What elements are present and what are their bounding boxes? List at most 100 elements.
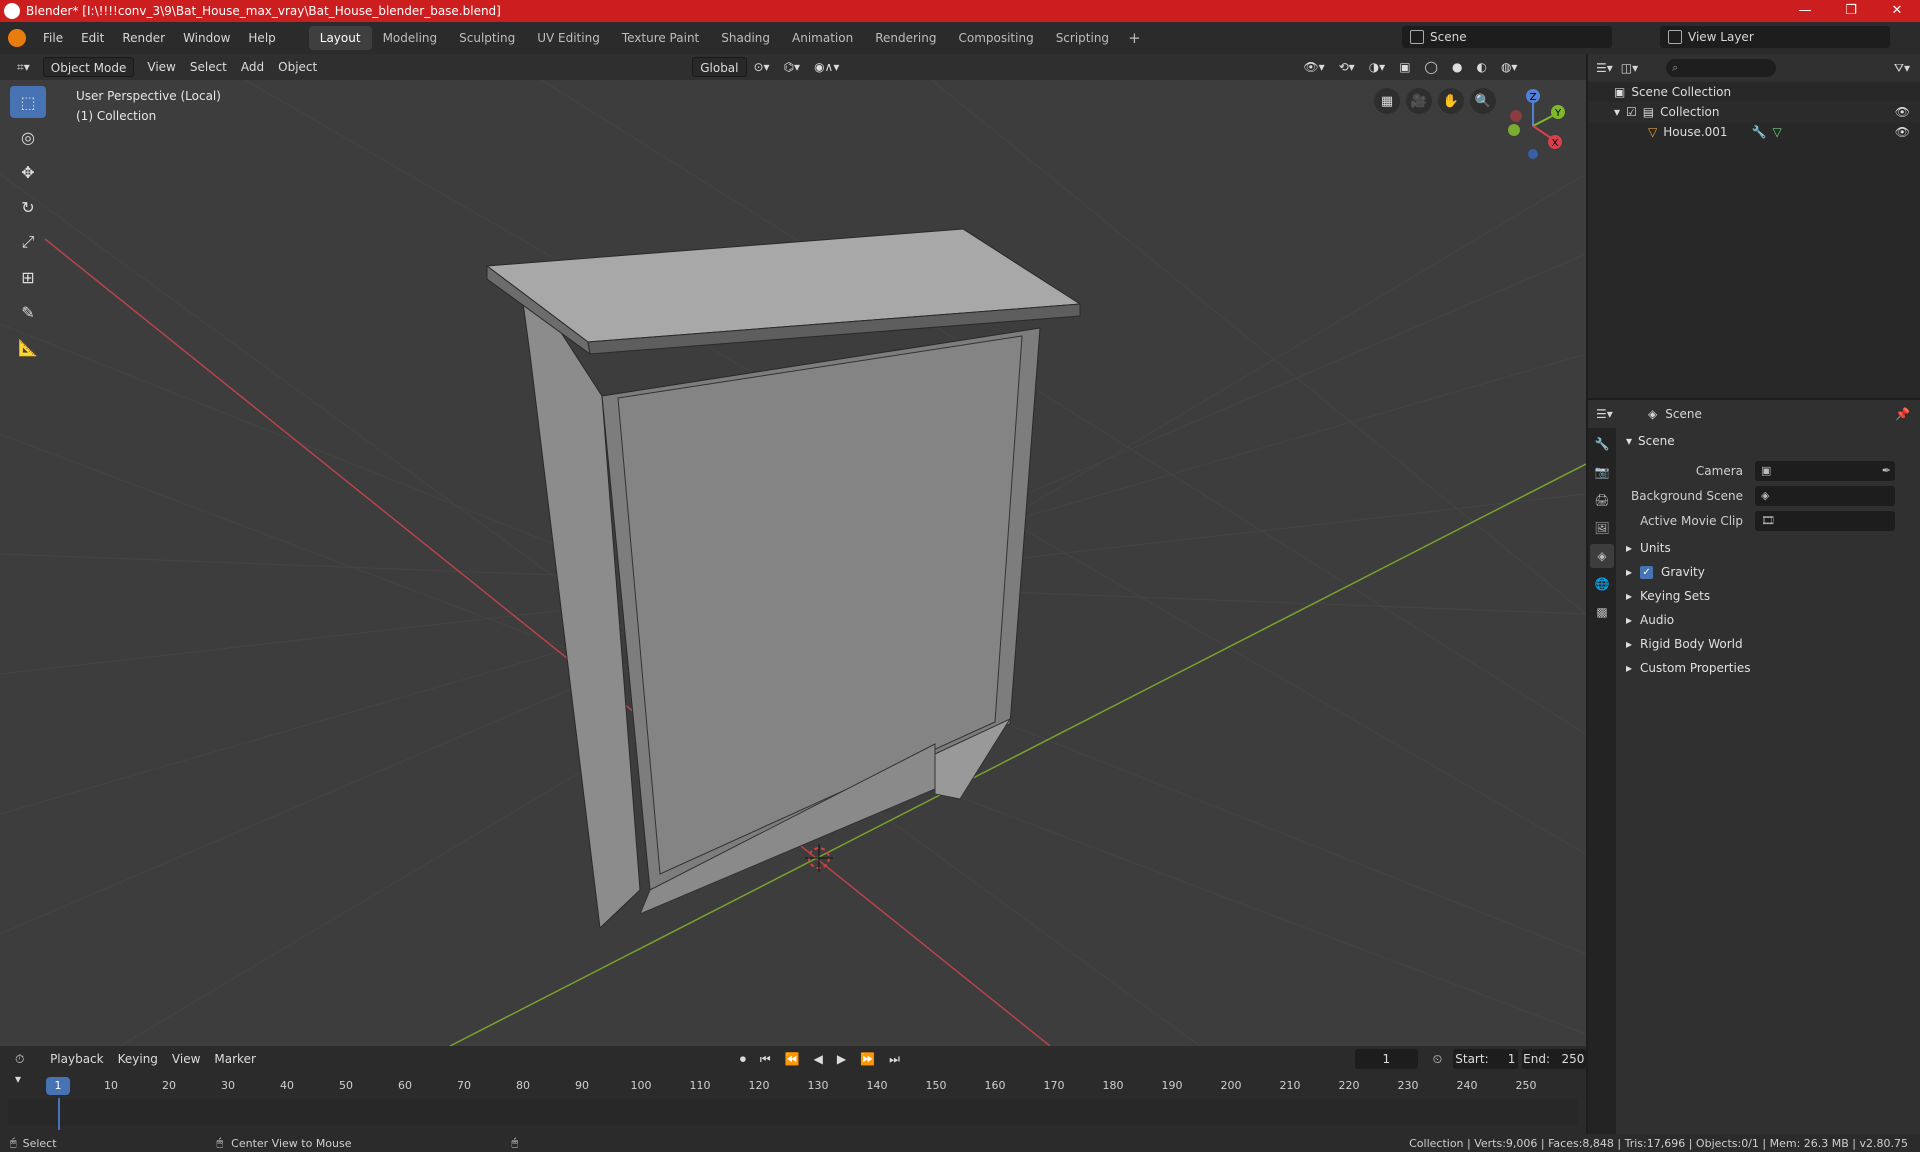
outliner-search-input[interactable]: ⌕ [1666, 59, 1777, 77]
navigation-gizmo[interactable]: Z Y X [1498, 86, 1568, 166]
outliner-row-collection[interactable]: ▾ ☑ ▤ Collection 👁 [1588, 102, 1920, 122]
transform-tool-icon[interactable]: ⊞ [10, 261, 46, 293]
pin-icon[interactable]: 📌 [1895, 407, 1910, 421]
background-scene-field[interactable]: ◈ [1755, 485, 1895, 506]
visibility-icon[interactable]: 👁▾ [1296, 57, 1331, 77]
proportional-edit-icon[interactable]: ◉∧▾ [807, 57, 846, 77]
play-icon[interactable]: ▶ [830, 1049, 853, 1069]
output-tab-icon[interactable]: 🖨 [1590, 488, 1614, 512]
modifier-wrench-icon[interactable]: 🔧 [1752, 125, 1767, 139]
exclude-checkbox-icon[interactable]: ☑ [1626, 105, 1637, 119]
custom-properties-panel[interactable]: ▸ Custom Properties [1620, 656, 1916, 680]
viewport-menu-select[interactable]: Select [183, 57, 234, 77]
current-frame-field[interactable]: 1 [1354, 1049, 1418, 1069]
close-button[interactable]: ✕ [1874, 0, 1920, 22]
tab-modeling[interactable]: Modeling [372, 26, 449, 50]
jump-keyframe-forward-icon[interactable]: ⏩ [853, 1049, 882, 1069]
house-visibility-eye-icon[interactable]: 👁 [1895, 125, 1910, 139]
rotate-tool-icon[interactable]: ↻ [10, 191, 46, 223]
viewport-menu-view[interactable]: View [140, 57, 182, 77]
xray-icon[interactable]: ▣ [1392, 57, 1417, 77]
preview-range-icon[interactable]: ⏲ [1426, 1049, 1449, 1069]
current-frame-marker[interactable]: 1 [46, 1077, 70, 1095]
outliner-row-house[interactable]: ▽ House.001 🔧 ▽ 👁 [1588, 122, 1920, 142]
filter-icon[interactable]: ⛛▾ [1894, 61, 1910, 76]
timeline-menu-view[interactable]: View [165, 1049, 207, 1069]
gravity-checkbox[interactable]: ✓ [1640, 565, 1654, 579]
shading-solid-icon[interactable]: ● [1445, 57, 1469, 77]
snap-icon[interactable]: ⌬▾ [777, 57, 808, 77]
eyedropper-icon[interactable]: ✒ [1882, 464, 1891, 477]
zoom-icon[interactable]: 🔍 [1470, 88, 1496, 114]
tool-tab-icon[interactable]: 🔧 [1590, 432, 1614, 456]
menu-file[interactable]: File [34, 26, 72, 50]
menu-window[interactable]: Window [174, 26, 239, 50]
jump-start-icon[interactable]: ⏮ [753, 1049, 778, 1069]
mesh-data-icon[interactable]: ▽ [1773, 125, 1782, 139]
audio-panel[interactable]: ▸ Audio [1620, 608, 1916, 632]
start-frame-field[interactable]: Start: 1 [1453, 1049, 1518, 1069]
timeline-menu-playback[interactable]: Playback [43, 1049, 111, 1069]
timeline-track[interactable] [8, 1098, 1578, 1126]
tab-sculpting[interactable]: Sculpting [448, 26, 526, 50]
overlays-icon[interactable]: ◑▾ [1362, 57, 1393, 77]
playhead-line[interactable] [58, 1098, 60, 1130]
view-layer-selector[interactable]: View Layer [1660, 26, 1890, 48]
scene-panel-header[interactable]: ▾ Scene [1620, 430, 1916, 452]
3d-viewport[interactable]: ⌗▾ Object Mode View Select Add Object Gl… [0, 54, 1586, 1046]
shading-material-icon[interactable]: ◐ [1469, 57, 1493, 77]
expand-arrow-icon[interactable]: ▾ [1614, 105, 1620, 119]
tab-compositing[interactable]: Compositing [947, 26, 1044, 50]
view-layer-tab-icon[interactable]: 🖼 [1590, 516, 1614, 540]
menu-edit[interactable]: Edit [72, 26, 113, 50]
timeline-menu-marker[interactable]: Marker [207, 1049, 262, 1069]
minimize-button[interactable]: — [1782, 0, 1828, 22]
units-panel[interactable]: ▸ Units [1620, 536, 1916, 560]
pan-hand-icon[interactable]: ✋ [1438, 88, 1464, 114]
jump-end-icon[interactable]: ⏭ [882, 1049, 907, 1069]
properties-editor-type-icon[interactable]: ☰▾ [1596, 407, 1613, 421]
cursor-tool-icon[interactable]: ◎ [10, 121, 46, 153]
jump-keyframe-back-icon[interactable]: ⏪ [778, 1049, 807, 1069]
editor-type-button[interactable]: ⌗▾ [10, 57, 37, 77]
gizmo-toggle-icon[interactable]: ⟲▾ [1332, 57, 1362, 77]
gravity-panel[interactable]: ▸ ✓ Gravity [1620, 560, 1916, 584]
house-object[interactable] [485, 228, 1082, 930]
camera-view-icon[interactable]: 🎥 [1406, 88, 1432, 114]
tab-texture-paint[interactable]: Texture Paint [611, 26, 710, 50]
collection-visibility-eye-icon[interactable]: 👁 [1895, 105, 1910, 119]
timeline-ruler[interactable]: 1 10 20 30 40 50 60 70 80 90 100 110 120… [0, 1076, 1586, 1098]
measure-tool-icon[interactable]: 📐 [10, 331, 46, 363]
timeline-editor-type-icon[interactable]: ⏱▾ [8, 1049, 35, 1086]
texture-tab-icon[interactable]: ▩ [1590, 600, 1614, 624]
outliner-editor-type-icon[interactable]: ☰▾ [1596, 61, 1613, 75]
toggle-camera-grid-icon[interactable]: ▦ [1374, 88, 1400, 114]
scene-tab-icon[interactable]: ◈ [1590, 544, 1614, 568]
tab-animation[interactable]: Animation [781, 26, 864, 50]
render-tab-icon[interactable]: 📷 [1590, 460, 1614, 484]
tab-layout[interactable]: Layout [308, 26, 372, 50]
add-workspace-button[interactable]: + [1120, 29, 1149, 47]
scale-tool-icon[interactable]: ⤢ [10, 226, 46, 258]
maximize-button[interactable]: ❐ [1828, 0, 1874, 22]
end-frame-field[interactable]: End: 250 [1521, 1049, 1586, 1069]
keying-sets-panel[interactable]: ▸ Keying Sets [1620, 584, 1916, 608]
tab-shading[interactable]: Shading [710, 26, 781, 50]
play-reverse-icon[interactable]: ◀ [807, 1049, 830, 1069]
transform-orientation-selector[interactable]: Global [692, 57, 747, 77]
menu-render[interactable]: Render [113, 26, 174, 50]
world-tab-icon[interactable]: 🌐 [1590, 572, 1614, 596]
pivot-point-icon[interactable]: ⊙▾ [747, 57, 777, 77]
viewport-menu-add[interactable]: Add [234, 57, 271, 77]
outliner-row-scene-collection[interactable]: ▣ Scene Collection [1588, 82, 1920, 102]
active-movie-clip-field[interactable]: 🎞 [1755, 510, 1895, 531]
shading-wireframe-icon[interactable]: ◯ [1418, 57, 1445, 77]
move-tool-icon[interactable]: ✥ [10, 156, 46, 188]
rigid-body-world-panel[interactable]: ▸ Rigid Body World [1620, 632, 1916, 656]
display-mode-icon[interactable]: ◫▾ [1621, 61, 1638, 75]
annotate-tool-icon[interactable]: ✎ [10, 296, 46, 328]
tab-rendering[interactable]: Rendering [864, 26, 947, 50]
mode-selector[interactable]: Object Mode [42, 57, 135, 77]
tab-scripting[interactable]: Scripting [1045, 26, 1120, 50]
viewport-menu-object[interactable]: Object [271, 57, 324, 77]
